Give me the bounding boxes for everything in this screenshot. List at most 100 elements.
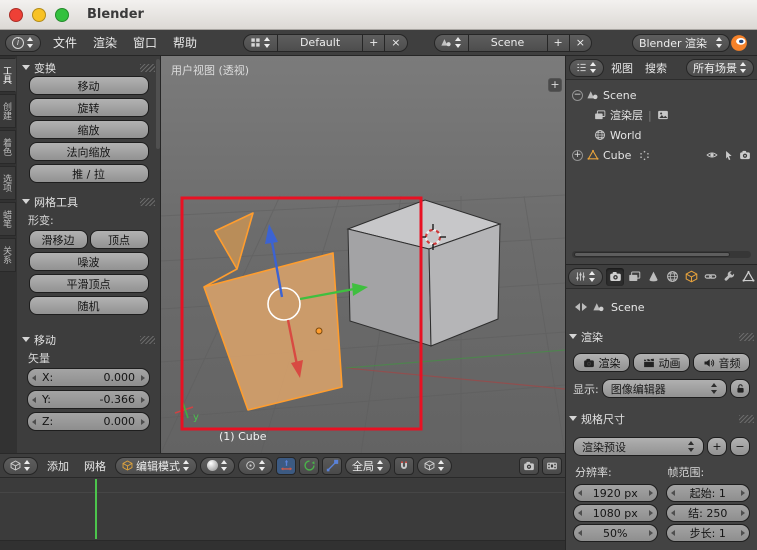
editor-type-selector-outliner[interactable] <box>569 58 604 77</box>
outliner-row-render-layers[interactable]: 渲染层 | <box>566 105 757 125</box>
menu-render[interactable]: 渲染 <box>85 34 125 51</box>
operator-panel-header[interactable]: 移动 <box>19 331 158 348</box>
decrement-arrow-icon[interactable] <box>670 530 675 536</box>
outliner-row-cube[interactable]: + Cube <box>566 145 757 165</box>
tool-button-move[interactable]: 移动 <box>28 76 149 95</box>
screen-layout-add-button[interactable]: + <box>362 33 386 52</box>
tab-modifiers[interactable] <box>720 268 738 286</box>
menu-help[interactable]: 帮助 <box>165 34 205 51</box>
menu-window[interactable]: 窗口 <box>125 34 165 51</box>
decrement-arrow-icon[interactable] <box>578 490 582 496</box>
tool-button-shrink-fatten[interactable]: 法向缩放 <box>28 142 149 161</box>
increment-arrow-icon[interactable] <box>141 418 145 425</box>
tab-render[interactable] <box>606 267 624 286</box>
outliner-row-world[interactable]: World <box>566 125 757 145</box>
render-engine-selector[interactable]: Blender 渲染 <box>631 33 730 52</box>
context-nav-icon[interactable] <box>575 303 587 311</box>
mesh-tools-panel-header[interactable]: 网格工具 <box>19 193 158 210</box>
render-animation-button[interactable]: 动画 <box>633 353 690 372</box>
transform-panel-header[interactable]: 变换 <box>19 59 158 76</box>
tab-world[interactable] <box>663 268 681 286</box>
tool-button-push-pull[interactable]: 推 / 拉 <box>28 164 149 183</box>
render-preset-selector[interactable]: 渲染预设 <box>573 437 704 456</box>
tab-shading[interactable]: 着色 <box>0 130 16 164</box>
toolshelf-scrollbar[interactable] <box>156 59 160 149</box>
current-frame-playhead[interactable] <box>95 479 97 539</box>
menu-mesh[interactable]: 网格 <box>78 458 112 474</box>
tool-button-smooth-vertex[interactable]: 平滑顶点 <box>28 274 149 293</box>
menu-file[interactable]: 文件 <box>45 34 85 51</box>
tab-relations[interactable]: 关系 <box>0 238 16 272</box>
snap-toggle[interactable] <box>394 456 414 475</box>
resolution-x-field[interactable]: 1920 px <box>573 484 658 502</box>
collapse-toggle-icon[interactable]: − <box>572 89 583 101</box>
scene-name[interactable]: Scene <box>467 33 548 52</box>
resolution-percentage-field[interactable]: 50% <box>573 524 658 542</box>
tab-grease-pencil[interactable]: 蜡笔 <box>0 202 16 236</box>
frame-step-field[interactable]: 步长: 1 <box>665 524 750 542</box>
viewport-shading-selector[interactable] <box>200 456 235 475</box>
properties-region-toggle[interactable]: + <box>548 78 562 92</box>
decrement-arrow-icon[interactable] <box>32 374 36 381</box>
editor-type-selector-properties[interactable] <box>568 267 603 286</box>
lock-interface-button[interactable] <box>730 379 750 398</box>
outliner-row-scene[interactable]: − Scene <box>566 85 757 105</box>
tab-options[interactable]: 选项 <box>0 166 16 200</box>
decrement-arrow-icon[interactable] <box>32 396 36 403</box>
increment-arrow-icon[interactable] <box>741 510 745 516</box>
tab-scene[interactable] <box>644 268 662 286</box>
scrollbar-thumb[interactable] <box>574 252 730 257</box>
menu-search[interactable]: 搜索 <box>640 60 672 76</box>
scene-delete-button[interactable]: × <box>568 33 592 52</box>
decrement-arrow-icon[interactable] <box>578 530 582 536</box>
increment-arrow-icon[interactable] <box>741 530 745 536</box>
decrement-arrow-icon[interactable] <box>32 418 36 425</box>
tool-button-rotate[interactable]: 旋转 <box>28 98 149 117</box>
tool-button-edge-slide[interactable]: 滑移边 <box>28 230 88 249</box>
manipulator-translate-toggle[interactable] <box>276 456 296 475</box>
tab-object-data[interactable] <box>739 268 757 286</box>
tool-button-noise[interactable]: 噪波 <box>28 252 149 271</box>
snap-element-selector[interactable] <box>417 456 452 475</box>
cube-object[interactable] <box>346 199 502 347</box>
decrement-arrow-icon[interactable] <box>670 510 675 516</box>
display-filter-selector[interactable]: 所有场景 <box>686 58 754 77</box>
screen-layout-name[interactable]: Default <box>277 33 364 52</box>
manipulator-rotate-toggle[interactable] <box>299 456 319 475</box>
move-y-field[interactable]: Y: -0.366 <box>27 390 150 409</box>
display-mode-selector[interactable]: 图像编辑器 <box>601 379 727 398</box>
close-button[interactable] <box>9 7 23 22</box>
increment-arrow-icon[interactable] <box>141 396 145 403</box>
3d-viewport[interactable]: y 用户视图 (透视) (1) Cube + <box>161 56 565 453</box>
scene-browse-button[interactable] <box>433 33 469 52</box>
tab-create[interactable]: 创建 <box>0 94 16 128</box>
opengl-render-animation-button[interactable] <box>542 456 562 475</box>
increment-arrow-icon[interactable] <box>648 490 653 496</box>
menu-view[interactable]: 视图 <box>606 60 638 76</box>
resolution-y-field[interactable]: 1080 px <box>573 504 658 522</box>
selectable-cursor-icon[interactable] <box>723 150 734 161</box>
tool-button-randomize[interactable]: 随机 <box>28 296 149 315</box>
menu-add[interactable]: 添加 <box>41 458 75 474</box>
preset-remove-button[interactable]: − <box>730 437 750 456</box>
increment-arrow-icon[interactable] <box>141 374 145 381</box>
transform-orientation-selector[interactable]: 全局 <box>345 456 391 475</box>
preset-add-button[interactable]: + <box>707 437 727 456</box>
editor-type-selector-3dview[interactable] <box>3 456 38 475</box>
pivot-point-selector[interactable] <box>238 456 273 475</box>
move-x-field[interactable]: X: 0.000 <box>27 368 150 387</box>
render-panel-header[interactable]: 渲染 <box>566 328 757 345</box>
tool-button-scale[interactable]: 缩放 <box>28 120 149 139</box>
scene-add-button[interactable]: + <box>546 33 570 52</box>
dimensions-panel-header[interactable]: 规格尺寸 <box>566 410 757 427</box>
frame-end-field[interactable]: 结: 250 <box>665 504 750 522</box>
renderable-camera-icon[interactable] <box>739 149 751 161</box>
maximize-button[interactable] <box>55 7 69 22</box>
editor-type-selector-info[interactable]: i <box>5 33 41 52</box>
timeline-region[interactable] <box>0 479 565 550</box>
opengl-render-button[interactable] <box>519 456 539 475</box>
manipulator-scale-toggle[interactable] <box>322 456 342 475</box>
mode-selector[interactable]: 编辑模式 <box>115 456 197 475</box>
decrement-arrow-icon[interactable] <box>578 510 582 516</box>
minimize-button[interactable] <box>32 7 46 22</box>
